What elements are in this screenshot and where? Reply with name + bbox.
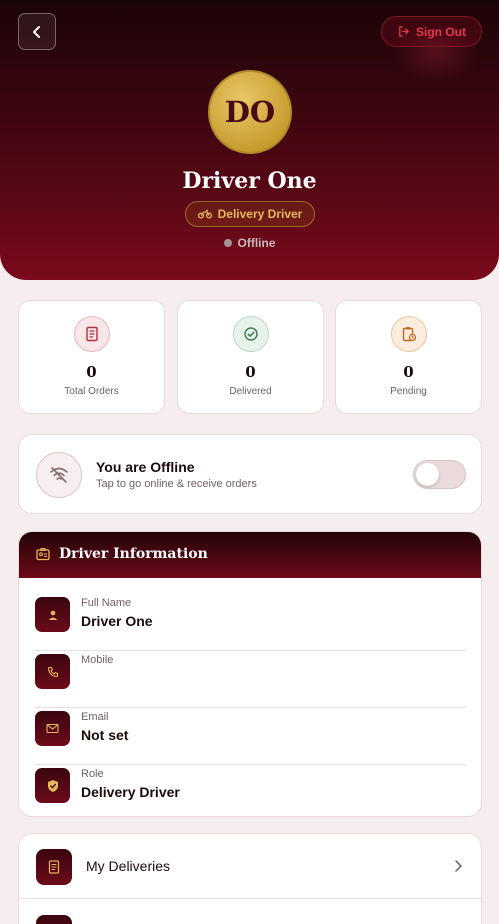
stat-card-delivered: 0 Delivered — [177, 300, 324, 414]
stat-value: 0 — [86, 363, 97, 381]
availability-subtitle: Tap to go online & receive orders — [96, 478, 257, 490]
info-value: Not set — [81, 727, 129, 743]
shield-check-icon — [35, 768, 70, 803]
stat-value: 0 — [403, 363, 414, 381]
driver-info-card: Driver Information Full Name Driver One … — [18, 531, 482, 817]
driver-info-header: Driver Information — [19, 532, 481, 578]
status-label: Offline — [237, 236, 276, 250]
logout-icon — [399, 26, 410, 37]
receipt-icon — [36, 849, 72, 885]
phone-icon — [35, 654, 70, 689]
info-row-email: Email Not set — [35, 708, 466, 765]
stat-label: Total Orders — [64, 386, 119, 397]
online-toggle[interactable] — [413, 460, 466, 489]
role-chip-label: Delivery Driver — [217, 207, 303, 221]
sign-out-button[interactable]: Sign Out — [381, 16, 482, 47]
avatar: DO — [208, 70, 292, 154]
check-circle-icon — [233, 316, 269, 352]
menu-item-label: My Deliveries — [86, 858, 171, 874]
user-icon — [35, 597, 70, 632]
info-label: Email — [81, 711, 109, 723]
menu-card: My Deliveries — [18, 833, 482, 924]
availability-card[interactable]: You are Offline Tap to go online & recei… — [18, 434, 482, 514]
stat-label: Delivered — [229, 386, 272, 397]
menu-item-my-deliveries[interactable]: My Deliveries — [19, 834, 481, 899]
status-dot — [223, 239, 232, 247]
info-label: Mobile — [81, 654, 114, 666]
driver-info-title: Driver Information — [59, 546, 208, 562]
info-value: Driver One — [81, 613, 153, 629]
info-row-full-name: Full Name Driver One — [35, 594, 466, 651]
profile-header: Sign Out DO Driver One Delivery Driver O… — [0, 0, 499, 280]
stat-card-pending: 0 Pending — [335, 300, 482, 414]
info-label: Full Name — [81, 597, 132, 609]
toggle-knob — [416, 463, 439, 486]
stat-label: Pending — [390, 386, 427, 397]
stat-card-total-orders: 0 Total Orders — [18, 300, 165, 414]
mail-icon — [35, 711, 70, 746]
menu-item-icon — [36, 915, 72, 924]
clipboard-clock-icon — [391, 316, 427, 352]
stat-value: 0 — [245, 363, 256, 381]
menu-item-next[interactable] — [19, 900, 481, 924]
receipt-icon — [74, 316, 110, 352]
info-value: Delivery Driver — [81, 784, 180, 800]
status-indicator: Offline — [0, 236, 499, 250]
avatar-initials: DO — [224, 95, 276, 129]
chevron-right-icon — [455, 860, 462, 872]
motorbike-icon — [197, 209, 212, 219]
role-chip: Delivery Driver — [185, 201, 315, 227]
info-row-role: Role Delivery Driver — [35, 765, 466, 816]
id-badge-icon — [36, 547, 50, 561]
availability-title: You are Offline — [96, 459, 195, 475]
info-label: Role — [81, 768, 104, 780]
back-button[interactable] — [18, 13, 56, 50]
wifi-off-icon — [36, 452, 82, 498]
chevron-left-icon — [33, 25, 40, 38]
info-row-mobile: Mobile — [35, 651, 466, 708]
sign-out-label: Sign Out — [416, 24, 466, 39]
driver-name: Driver One — [182, 168, 317, 194]
